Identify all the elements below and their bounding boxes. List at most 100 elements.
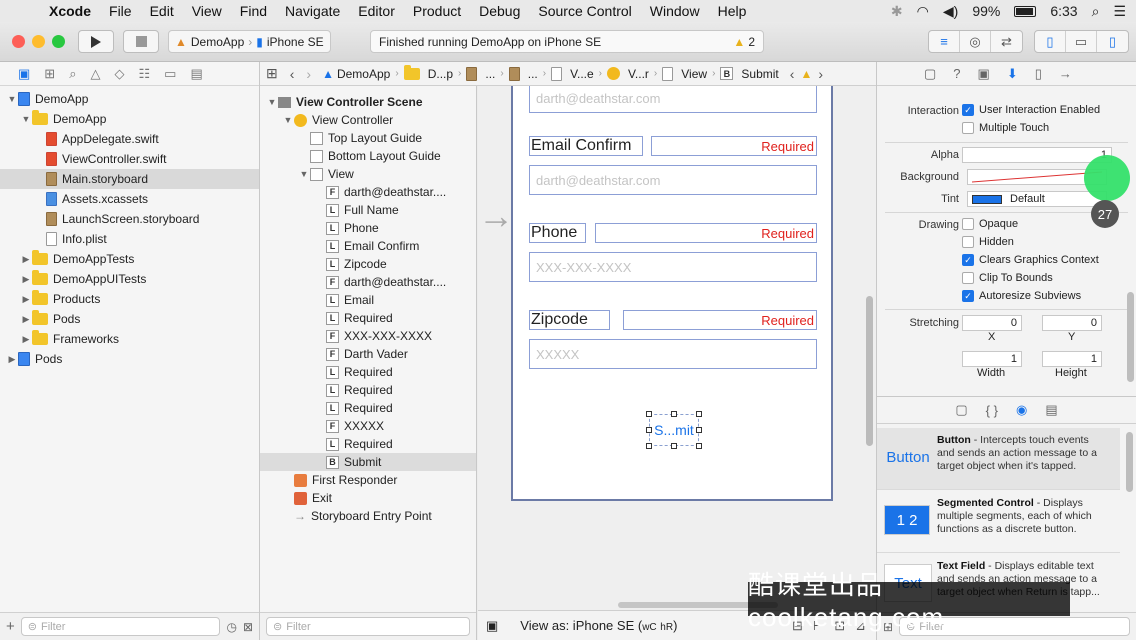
menu-window[interactable]: Window [641,3,709,19]
navigator-item[interactable]: ▶ Pods [0,349,259,369]
outline-item[interactable]: B Submit [260,453,476,471]
autoresize-checkbox[interactable]: ✓ Autoresize Subviews [962,290,1081,303]
stretch-height-field[interactable]: 1 [1042,351,1102,367]
resize-handle[interactable] [646,411,652,417]
version-editor-icon[interactable]: ⇄ [991,31,1022,52]
outline-item[interactable]: ▼ View Controller [260,111,476,129]
hidden-checkbox[interactable]: Hidden [962,236,1014,249]
outline-item[interactable]: L Required [260,363,476,381]
zoom-window-button[interactable] [52,35,65,48]
media-library-icon[interactable]: ▤ [1045,402,1057,418]
tint-color-popup[interactable]: Default [967,191,1107,207]
outline-item[interactable]: ▼ View Controller Scene [260,93,476,111]
outline-item[interactable]: F Darth Vader [260,345,476,363]
outline-item[interactable]: Top Layout Guide [260,129,476,147]
menu-debug[interactable]: Debug [470,3,529,19]
debug-area-toggle-icon[interactable]: ▭ [1066,31,1097,52]
zipcode-required-label[interactable]: Required [623,310,817,330]
close-window-button[interactable] [12,35,25,48]
assistant-editor-icon[interactable]: ◎ [960,31,991,52]
outline-item[interactable]: L Required [260,381,476,399]
resize-handle[interactable] [696,427,702,433]
email-confirm-required-label[interactable]: Required [651,136,817,156]
resize-handle[interactable] [646,427,652,433]
outline-item[interactable]: Fdarth@deathstar.... [260,183,476,201]
navigator-item[interactable]: Assets.xcassets [0,189,259,209]
menu-view[interactable]: View [183,3,231,19]
menu-help[interactable]: Help [709,3,756,19]
outline-item[interactable]: Exit [260,489,476,507]
report-navigator-icon[interactable]: ▤ [190,66,202,82]
crumb-submit[interactable]: B Submit [715,67,783,81]
entry-point-arrow-icon[interactable]: → [478,198,514,234]
notification-center-icon[interactable]: ☰ [1113,3,1126,20]
crumb-view-controller[interactable]: V...r [602,67,654,81]
quick-help-icon[interactable]: ? [953,66,960,81]
issue-navigator-icon[interactable]: △ [90,66,100,82]
wifi-icon[interactable]: ◠ [917,3,929,20]
attributes-inspector-icon[interactable]: ⬇ [1007,66,1018,82]
canvas-vertical-scrollbar[interactable] [866,296,873,446]
issue-back-icon[interactable]: ‹ [784,66,801,82]
standard-editor-icon[interactable]: ≡ [929,31,960,52]
object-library-icon[interactable]: ◉ [1016,402,1027,418]
disclosure-triangle-icon[interactable]: ▶ [20,334,32,345]
clock[interactable]: 6:33 [1050,3,1077,19]
outline-item[interactable]: F XXXXX [260,417,476,435]
crumb-project[interactable]: ▲ DemoApp [317,67,395,81]
file-template-library-icon[interactable]: ▢ [955,402,967,418]
outline-item[interactable]: L Zipcode [260,255,476,273]
breakpoint-navigator-icon[interactable]: ▭ [164,66,176,82]
outline-item[interactable]: Bottom Layout Guide [260,147,476,165]
disclosure-triangle-icon[interactable]: ▶ [20,274,32,285]
navigator-item[interactable]: Info.plist [0,229,259,249]
view-controller-frame[interactable]: darth@deathstar.com Email Confirm Requir… [511,86,833,501]
issue-forward-icon[interactable]: › [812,66,829,82]
disclosure-triangle-icon[interactable]: ▶ [6,354,18,365]
minimize-window-button[interactable] [32,35,45,48]
menu-source-control[interactable]: Source Control [529,3,640,19]
navigator-item[interactable]: ▼ DemoApp [0,109,259,129]
phone-required-label[interactable]: Required [595,223,817,243]
stretch-x-field[interactable]: 0 [962,315,1022,331]
phone-text-field[interactable]: XXX-XXX-XXXX [529,252,817,282]
clip-to-bounds-checkbox[interactable]: Clip To Bounds [962,272,1053,285]
multiple-touch-checkbox[interactable]: Multiple Touch [962,122,1049,135]
code-snippet-library-icon[interactable]: { } [986,403,998,418]
disclosure-triangle-icon[interactable]: ▼ [266,97,278,107]
stretch-width-field[interactable]: 1 [962,351,1022,367]
resize-handle[interactable] [671,411,677,417]
navigator-item[interactable]: ▶ DemoAppTests [0,249,259,269]
navigator-item[interactable]: ViewController.swift [0,149,259,169]
view-as-button[interactable]: View as: iPhone SE (wC hR) [520,618,677,633]
recent-files-icon[interactable]: ◷ [226,620,236,634]
crumb-view[interactable]: View [657,66,712,81]
disclosure-triangle-icon[interactable]: ▼ [298,169,310,179]
navigator-item[interactable]: ▼ DemoApp [0,89,259,109]
source-control-navigator-icon[interactable]: ⊞ [44,66,55,82]
outline-filter-input[interactable]: ⊜ Filter [266,617,470,636]
navigator-item[interactable]: LaunchScreen.storyboard [0,209,259,229]
resize-handle[interactable] [696,443,702,449]
disclosure-triangle-icon[interactable]: ▶ [20,254,32,265]
utilities-toggle-icon[interactable]: ▯ [1097,31,1128,52]
file-inspector-icon[interactable]: ▢ [924,66,936,82]
user-interaction-checkbox[interactable]: ✓ User Interaction Enabled [962,104,1100,117]
battery-percent[interactable]: 99% [972,3,1000,19]
project-navigator-icon[interactable]: ▣ [18,66,30,82]
outline-item[interactable]: L Email [260,291,476,309]
run-button[interactable] [78,30,114,53]
navigator-toggle-icon[interactable]: ▯ [1035,31,1066,52]
navigator-item[interactable]: ▶ Frameworks [0,329,259,349]
outline-item[interactable]: Fdarth@deathstar.... [260,273,476,291]
submit-button[interactable]: S...mit [649,414,699,446]
library-item[interactable]: Button Button - Intercepts touch events a… [877,428,1120,490]
outline-item[interactable]: L Phone [260,219,476,237]
outline-item[interactable]: ▼ View [260,165,476,183]
crumb-scene[interactable]: V...e [546,66,599,81]
warning-icon[interactable]: ▲ [800,67,812,81]
outline-item[interactable]: L Required [260,435,476,453]
menu-editor[interactable]: Editor [349,3,404,19]
menu-find[interactable]: Find [231,3,276,19]
navigator-filter-input[interactable]: ⊜ Filter [20,617,221,636]
